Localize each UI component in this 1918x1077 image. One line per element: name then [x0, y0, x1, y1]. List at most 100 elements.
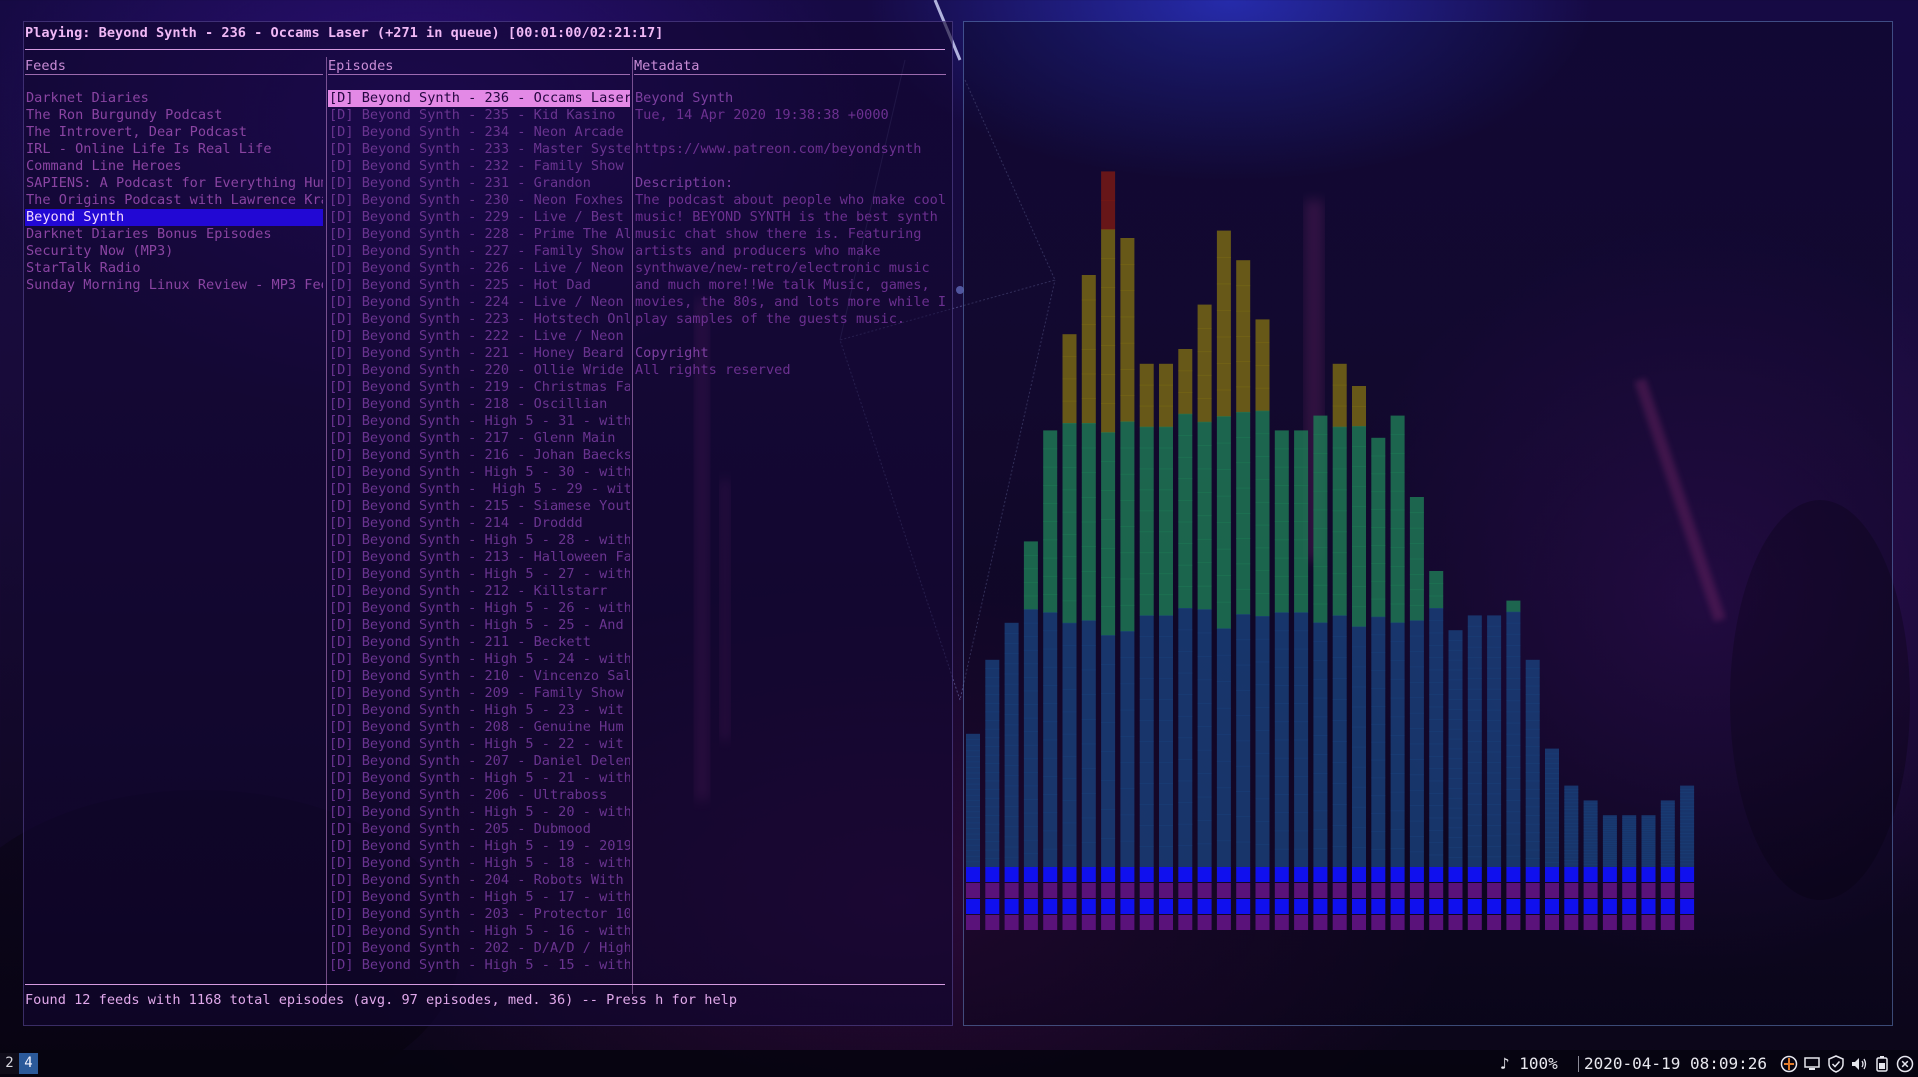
episode-item[interactable]: [D] Beyond Synth - 211 - Beckett — [328, 634, 630, 651]
episode-item[interactable]: [D] Beyond Synth - 228 - Prime The Al — [328, 226, 630, 243]
episode-item[interactable]: [D] Beyond Synth - 218 - Oscillian — [328, 396, 630, 413]
spectrum-bar-segment — [1101, 664, 1116, 694]
episode-item[interactable]: [D] Beyond Synth - 204 - Robots With — [328, 872, 630, 889]
feed-item[interactable]: Command Line Heroes — [25, 158, 323, 175]
episode-item[interactable]: [D] Beyond Synth - 207 - Daniel Delen — [328, 753, 630, 770]
episode-item[interactable]: [D] Beyond Synth - High 5 - 27 - with — [328, 566, 630, 583]
feed-item[interactable]: The Origins Podcast with Lawrence Kra — [25, 192, 323, 209]
spectrum-bar-segment — [1409, 512, 1424, 529]
feed-item[interactable]: The Ron Burgundy Podcast — [25, 107, 323, 124]
shield-icon[interactable] — [1827, 1055, 1845, 1073]
feeds-pane[interactable]: Feeds Darknet Diaries The Ron Burgundy Po… — [25, 57, 323, 294]
episode-item[interactable]: [D] Beyond Synth - High 5 - 28 - with — [328, 532, 630, 549]
speaker-icon[interactable] — [1850, 1055, 1868, 1073]
spectrum-bar-segment — [1525, 772, 1540, 782]
podcast-terminal-window[interactable]: Playing: Beyond Synth - 236 - Occams Las… — [23, 21, 953, 1026]
episode-item[interactable]: [D] Beyond Synth - 223 - Hotstech Onl — [328, 311, 630, 328]
episode-item[interactable]: [D] Beyond Synth - High 5 - 18 - with — [328, 855, 630, 872]
episode-item[interactable]: [D] Beyond Synth - 236 - Occams Laser — [328, 90, 630, 107]
workspace-4-button[interactable]: 4 — [19, 1053, 38, 1074]
clock[interactable]: 2020-04-19 08:09:26 — [1584, 1054, 1767, 1073]
display-icon[interactable] — [1803, 1055, 1821, 1073]
episode-item[interactable]: [D] Beyond Synth - 203 - Protector 10 — [328, 906, 630, 923]
feed-item[interactable]: Darknet Diaries — [25, 90, 323, 107]
spectrum-bar-segment — [1062, 689, 1077, 713]
episode-item[interactable]: [D] Beyond Synth - 215 - Siamese Yout — [328, 498, 630, 515]
episode-item[interactable]: [D] Beyond Synth - High 5 - 21 - with — [328, 770, 630, 787]
episode-item[interactable]: [D] Beyond Synth - 229 - Live / Best — [328, 209, 630, 226]
episode-item[interactable]: [D] Beyond Synth - 220 - Ollie Wride — [328, 362, 630, 379]
episode-item[interactable]: [D] Beyond Synth - 225 - Hot Dad — [328, 277, 630, 294]
episode-item[interactable]: [D] Beyond Synth - 206 - Ultraboss — [328, 787, 630, 804]
episode-item[interactable]: [D] Beyond Synth - 231 - Grandon — [328, 175, 630, 192]
feed-item[interactable]: Darknet Diaries Bonus Episodes — [25, 226, 323, 243]
spectrum-bars — [966, 171, 1695, 930]
spectrum-base-block — [1583, 883, 1598, 898]
spectrum-bar-segment — [1081, 299, 1096, 325]
episode-item[interactable]: [D] Beyond Synth - 221 - Honey Beard — [328, 345, 630, 362]
episode-item[interactable]: [D] Beyond Synth - High 5 - 25 - And — [328, 617, 630, 634]
feed-item[interactable]: IRL - Online Life Is Real Life — [25, 141, 323, 158]
episode-item[interactable]: [D] Beyond Synth - 226 - Live / Neon — [328, 260, 630, 277]
episode-item[interactable]: [D] Beyond Synth - High 5 - 17 - with — [328, 889, 630, 906]
battery-icon[interactable] — [1873, 1055, 1891, 1073]
episode-item[interactable]: [D] Beyond Synth - High 5 - 31 - with — [328, 413, 630, 430]
episode-item[interactable]: [D] Beyond Synth - High 5 - 20 - with — [328, 804, 630, 821]
episode-item[interactable]: [D] Beyond Synth - High 5 - 30 - with — [328, 464, 630, 481]
volume-indicator[interactable]: ♪ 100% — [1500, 1054, 1558, 1073]
episode-item[interactable]: [D] Beyond Synth - 234 - Neon Arcade — [328, 124, 630, 141]
episode-item[interactable]: [D] Beyond Synth - 233 - Master Syste — [328, 141, 630, 158]
episode-item[interactable]: [D] Beyond Synth - 213 - Halloween Fa — [328, 549, 630, 566]
episode-item[interactable]: [D] Beyond Synth - High 5 - 24 - with — [328, 651, 630, 668]
spectrum-base-block — [1023, 899, 1038, 914]
episode-item[interactable]: [D] Beyond Synth - High 5 - 16 - with — [328, 923, 630, 940]
feed-item[interactable]: Sunday Morning Linux Review - MP3 Fee — [25, 277, 323, 294]
episode-item[interactable]: [D] Beyond Synth - 212 - Killstarr — [328, 583, 630, 600]
spectrum-base-block — [1429, 899, 1444, 914]
spectrum-bar-segment — [1101, 287, 1116, 317]
episode-item[interactable]: [D] Beyond Synth - 208 - Genuine Hum — [328, 719, 630, 736]
feed-item[interactable]: SAPIENS: A Podcast for Everything Hum — [25, 175, 323, 192]
feeds-list[interactable]: Darknet Diaries The Ron Burgundy Podcast T… — [25, 90, 323, 294]
episode-item[interactable]: [D] Beyond Synth - High 5 - 23 - wit — [328, 702, 630, 719]
episode-item[interactable]: [D] Beyond Synth - 202 - D/A/D / High — [328, 940, 630, 957]
episode-item[interactable]: [D] Beyond Synth - 232 - Family Show — [328, 158, 630, 175]
episode-item[interactable]: [D] Beyond Synth - 209 - Family Show — [328, 685, 630, 702]
spectrum-bar-segment — [1506, 711, 1521, 724]
episode-item[interactable]: [D] Beyond Synth - 222 - Live / Neon — [328, 328, 630, 345]
power-icon[interactable] — [1896, 1055, 1914, 1073]
episode-item[interactable]: [D] Beyond Synth - High 5 - 15 - with — [328, 957, 630, 974]
episodes-pane[interactable]: Episodes [D] Beyond Synth - 236 - Occams… — [328, 57, 630, 974]
episode-item[interactable]: [D] Beyond Synth - 205 - Dubmood — [328, 821, 630, 838]
spectrum-bar-segment — [1332, 720, 1347, 742]
spectrum-bar-segment — [1043, 848, 1058, 868]
episode-item[interactable]: [D] Beyond Synth - 216 - Johan Baecks — [328, 447, 630, 464]
episode-item[interactable]: [D] Beyond Synth - 235 - Kid Kasino — [328, 107, 630, 124]
network-icon[interactable] — [1780, 1055, 1798, 1073]
workspace-2-button[interactable]: 2 — [0, 1053, 19, 1074]
spectrum-bar-segment — [1081, 423, 1096, 449]
episode-item[interactable]: [D] Beyond Synth - 224 - Live / Neon — [328, 294, 630, 311]
episode-item[interactable]: [D] Beyond Synth - 210 - Vincenzo Sal — [328, 668, 630, 685]
feed-item[interactable]: Beyond Synth — [25, 209, 323, 226]
episode-item[interactable]: [D] Beyond Synth - 214 - Droddd — [328, 515, 630, 532]
feed-item[interactable]: Security Now (MP3) — [25, 243, 323, 260]
spectrum-base-block — [985, 899, 1000, 914]
episode-item[interactable]: [D] Beyond Synth - 227 - Family Show — [328, 243, 630, 260]
episode-item[interactable]: [D] Beyond Synth - High 5 - 19 - 2019 — [328, 838, 630, 855]
episode-item[interactable]: [D] Beyond Synth - 230 - Neon Foxhes — [328, 192, 630, 209]
episode-item[interactable]: [D] Beyond Synth - 219 - Christmas Fa — [328, 379, 630, 396]
spectrum-bar-segment — [985, 702, 1000, 713]
episodes-list[interactable]: [D] Beyond Synth - 236 - Occams Laser [D]… — [328, 90, 630, 974]
feed-item[interactable]: StarTalk Radio — [25, 260, 323, 277]
spectrum-bar-segment — [985, 772, 1000, 782]
spectrum-base-block — [1390, 867, 1405, 882]
audio-visualizer-window[interactable] — [963, 21, 1893, 1026]
episode-item[interactable]: [D] Beyond Synth - High 5 - 26 - with — [328, 600, 630, 617]
episode-item[interactable]: [D] Beyond Synth - High 5 - 22 - wit — [328, 736, 630, 753]
metadata-pane[interactable]: Metadata Beyond Synth Tue, 14 Apr 2020 19… — [634, 57, 946, 379]
episode-item[interactable]: [D] Beyond Synth - High 5 - 29 - wit — [328, 481, 630, 498]
feed-item[interactable]: The Introvert, Dear Podcast — [25, 124, 323, 141]
spectrum-bar-segment — [1159, 615, 1173, 637]
episode-item[interactable]: [D] Beyond Synth - 217 - Glenn Main — [328, 430, 630, 447]
